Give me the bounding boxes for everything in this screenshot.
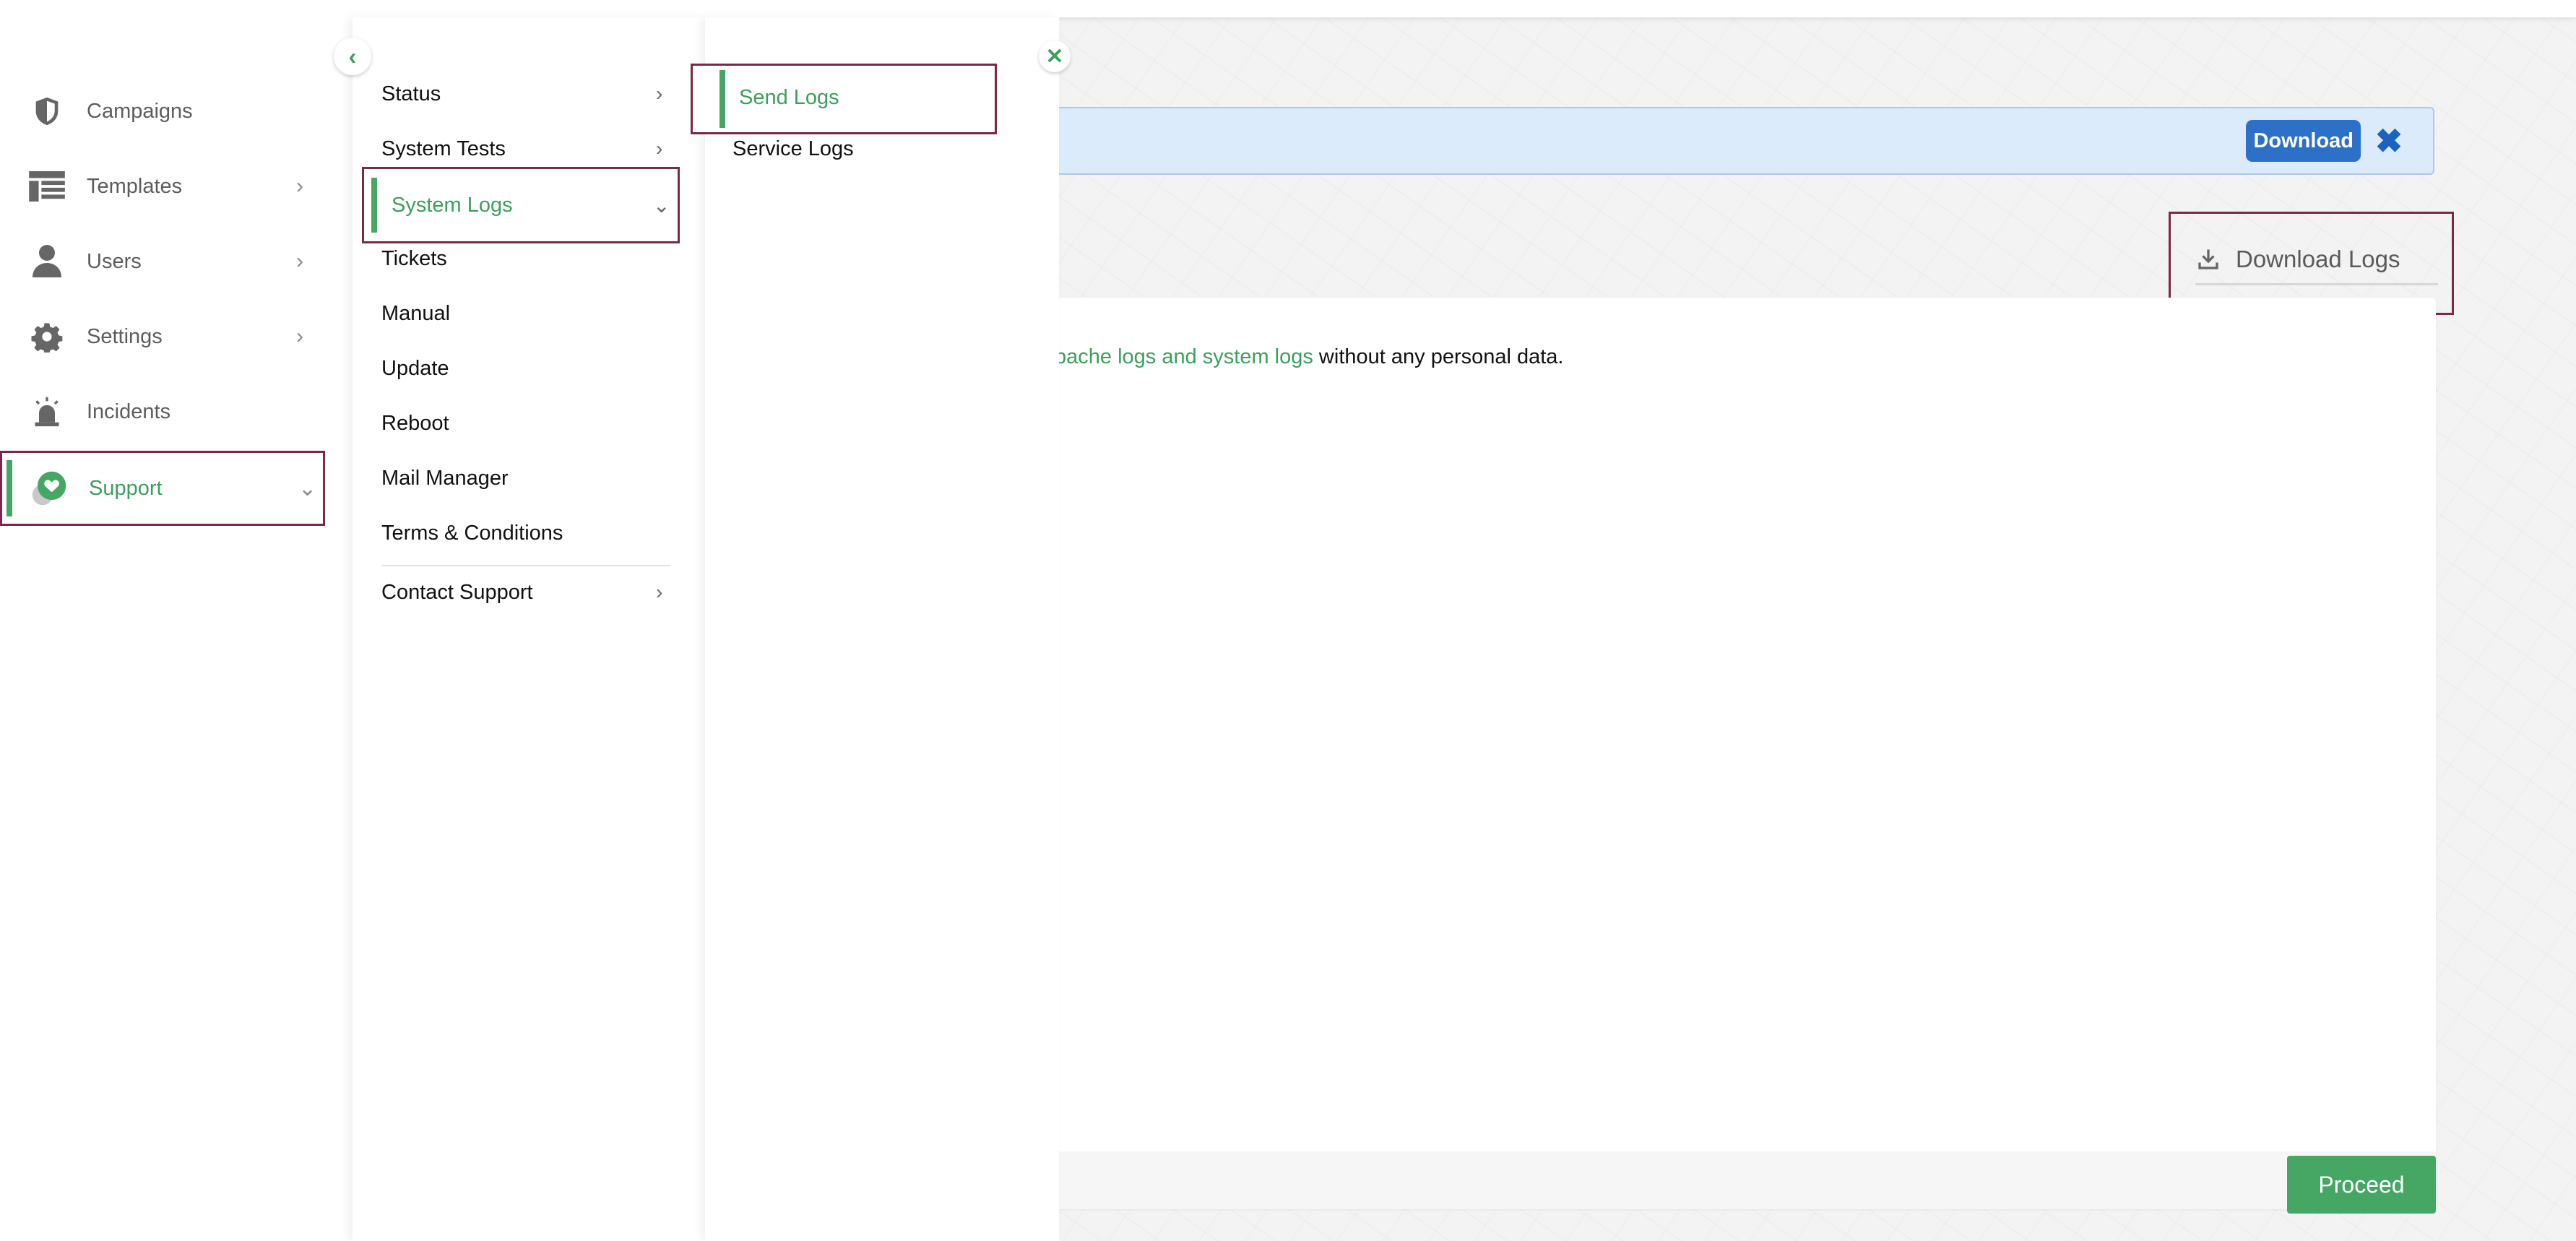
- sidebar-item-label: Support: [89, 476, 163, 500]
- menu-item-terms[interactable]: Terms & Conditions: [353, 511, 705, 555]
- active-indicator: [7, 460, 12, 516]
- send-logs-card: pache logs and system logs without any p…: [982, 298, 2436, 1214]
- close-menu-icon[interactable]: ✕: [1039, 40, 1071, 72]
- menu-item-label: Send Logs: [739, 86, 839, 109]
- sidebar-item-incidents[interactable]: Incidents: [0, 374, 325, 449]
- chevron-right-icon: ›: [296, 174, 303, 198]
- shield-icon: [29, 93, 65, 129]
- chevron-right-icon: ›: [656, 82, 663, 105]
- chevron-right-icon: ›: [656, 137, 663, 160]
- menu-item-label: Tickets: [381, 246, 447, 270]
- menu-item-system-logs[interactable]: System Logs ⌄: [362, 167, 680, 243]
- card-description-rest: without any personal data.: [1313, 345, 1564, 368]
- download-button[interactable]: Download: [2246, 120, 2361, 162]
- chevron-right-icon: ›: [296, 324, 303, 348]
- sidebar-item-label: Incidents: [87, 399, 171, 423]
- menu-item-label: Terms & Conditions: [381, 521, 563, 545]
- system-logs-submenu: [705, 17, 1059, 1241]
- active-indicator: [719, 70, 725, 128]
- sidebar-item-label: Users: [87, 249, 142, 273]
- support-heart-icon: [31, 470, 67, 506]
- menu-item-reboot[interactable]: Reboot: [353, 402, 705, 445]
- menu-item-tickets[interactable]: Tickets: [353, 237, 705, 280]
- gear-icon: [29, 319, 65, 355]
- collapse-menu-icon[interactable]: ‹: [334, 38, 371, 75]
- sidebar-item-label: Campaigns: [87, 99, 193, 123]
- support-submenu: Status › System Tests › System Logs ⌄ Ti…: [353, 17, 705, 1241]
- download-icon: [2198, 249, 2218, 269]
- sidebar-item-label: Settings: [87, 324, 163, 348]
- sidebar-item-users[interactable]: Users ›: [0, 224, 325, 299]
- chevron-right-icon: ›: [656, 581, 663, 603]
- sidebar: Campaigns Templates › Users › Settings ›…: [0, 17, 353, 1241]
- sidebar-item-support[interactable]: Support ⌄: [0, 451, 325, 526]
- menu-item-contact-support[interactable]: Contact Support ›: [353, 571, 705, 614]
- sidebar-item-campaigns[interactable]: Campaigns: [0, 74, 325, 149]
- templates-icon: [29, 168, 65, 204]
- menu-item-label: Update: [381, 356, 449, 380]
- chevron-down-icon: ⌄: [653, 194, 670, 217]
- download-logs-label: Download Logs: [2236, 246, 2400, 272]
- sidebar-item-label: Templates: [87, 174, 183, 198]
- close-icon[interactable]: ✖: [2374, 120, 2404, 162]
- menu-item-label: Status: [381, 82, 441, 105]
- menu-item-status[interactable]: Status ›: [353, 72, 705, 116]
- menu-item-label: Manual: [381, 301, 451, 325]
- proceed-button[interactable]: Proceed: [2287, 1156, 2436, 1214]
- chevron-down-icon: ⌄: [298, 476, 317, 501]
- active-indicator: [371, 178, 377, 233]
- logs-link[interactable]: pache logs and system logs: [1055, 345, 1313, 368]
- menu-item-send-logs[interactable]: Send Logs: [691, 64, 997, 134]
- top-bar: [0, 0, 2576, 17]
- sidebar-item-settings[interactable]: Settings ›: [0, 299, 325, 374]
- menu-item-mail-manager[interactable]: Mail Manager: [353, 457, 705, 500]
- sidebar-item-templates[interactable]: Templates ›: [0, 149, 325, 224]
- download-notice: Download ✖: [982, 107, 2434, 175]
- menu-item-label: Contact Support: [381, 580, 533, 604]
- menu-item-label: System Tests: [381, 137, 506, 160]
- user-icon: [29, 243, 65, 280]
- menu-item-update[interactable]: Update: [353, 347, 705, 390]
- menu-item-label: Reboot: [381, 411, 449, 435]
- menu-item-manual[interactable]: Manual: [353, 292, 705, 335]
- menu-item-system-tests[interactable]: System Tests ›: [353, 127, 705, 170]
- download-logs-inner: Download Logs: [2195, 235, 2438, 285]
- card-footer: Proceed: [982, 1151, 2436, 1214]
- alarm-icon: [29, 394, 65, 430]
- menu-divider: [381, 565, 670, 566]
- card-description: pache logs and system logs without any p…: [1055, 345, 1564, 369]
- menu-item-label: Mail Manager: [381, 466, 509, 490]
- menu-item-label: System Logs: [392, 194, 513, 217]
- chevron-right-icon: ›: [296, 249, 303, 273]
- menu-item-service-logs[interactable]: Service Logs: [732, 137, 854, 161]
